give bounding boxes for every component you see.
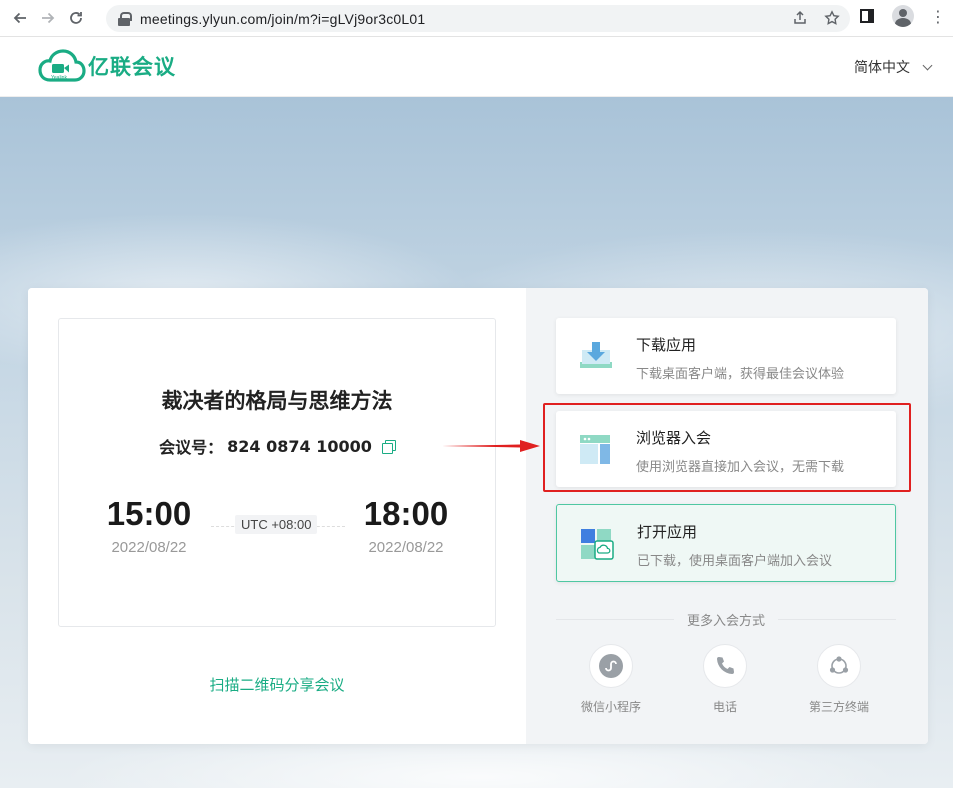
open-app-title: 打开应用 [637, 523, 698, 541]
more-menu-icon[interactable]: ⋮ [930, 7, 946, 26]
end-time: 18:00 [363, 495, 449, 532]
download-app-title: 下载应用 [636, 336, 697, 354]
language-selector[interactable]: 简体中文 [854, 57, 933, 77]
wechat-miniprogram-icon [599, 654, 623, 678]
meeting-info-box: 裁决者的格局与思维方法 会议号： 824 0874 10000 15:00 20… [58, 318, 496, 627]
phone-label: 电话 [712, 700, 737, 714]
highlight-box [543, 403, 911, 492]
side-panel-icon[interactable] [860, 9, 874, 23]
wechat-miniprogram-option[interactable]: 微信小程序 [566, 644, 656, 715]
phone-option[interactable]: 电话 [680, 644, 770, 715]
download-icon [580, 342, 612, 368]
meeting-id-value: 824 0874 10000 [227, 436, 372, 456]
logo-text: 亿联会议 [88, 55, 176, 79]
back-icon[interactable] [6, 4, 34, 32]
bookmark-star-icon[interactable] [822, 8, 842, 28]
site-header: Yealink 亿联会议 简体中文 [0, 37, 953, 97]
end-time-block: 18:00 2022/08/22 [346, 495, 466, 556]
open-app-desc: 已下载，使用桌面客户端加入会议 [637, 554, 833, 569]
profile-avatar[interactable] [892, 5, 914, 27]
meeting-info-panel: 裁决者的格局与思维方法 会议号： 824 0874 10000 15:00 20… [28, 288, 526, 744]
language-label: 简体中文 [854, 60, 910, 76]
copy-icon[interactable] [381, 439, 396, 454]
open-app-icon [581, 529, 614, 560]
forward-icon[interactable] [34, 4, 62, 32]
download-app-option[interactable]: 下载应用 下载桌面客户端，获得最佳会议体验 [556, 318, 896, 394]
wechat-miniprogram-label: 微信小程序 [580, 700, 641, 714]
phone-icon [717, 657, 734, 674]
start-time-block: 15:00 2022/08/22 [89, 495, 209, 556]
meeting-title: 裁决者的格局与思维方法 [161, 389, 393, 413]
red-arrow-annotation [442, 440, 540, 452]
reload-icon[interactable] [62, 4, 90, 32]
third-party-terminal-label: 第三方终端 [808, 700, 869, 714]
timezone-badge: UTC +08:00 [235, 515, 318, 534]
qr-share-link[interactable]: 扫描二维码分享会议 [28, 674, 526, 695]
download-app-desc: 下载桌面客户端，获得最佳会议体验 [636, 367, 845, 382]
share-icon[interactable] [790, 8, 810, 28]
address-bar[interactable]: meetings.ylyun.com/join/m?i=gLVj9or3c0L0… [106, 5, 850, 32]
url-text[interactable]: meetings.ylyun.com/join/m?i=gLVj9or3c0L0… [140, 11, 425, 27]
join-options-panel: 下载应用 下载桌面客户端，获得最佳会议体验 浏览器入会 使用浏览器直接加入会议，… [526, 288, 928, 744]
lock-icon[interactable] [118, 11, 132, 26]
start-time: 15:00 [106, 495, 192, 532]
logo-cloud-icon: Yealink [38, 49, 86, 82]
third-party-terminal-icon [829, 656, 849, 674]
third-party-terminal-option[interactable]: 第三方终端 [794, 644, 884, 715]
meeting-id-row: 会议号： 824 0874 10000 [59, 434, 495, 458]
join-card: 裁决者的格局与思维方法 会议号： 824 0874 10000 15:00 20… [28, 288, 928, 744]
start-date: 2022/08/22 [111, 539, 187, 556]
logo[interactable]: Yealink 亿联会议 [38, 49, 176, 83]
open-app-option[interactable]: 打开应用 已下载，使用桌面客户端加入会议 [556, 504, 896, 582]
more-divider-right [778, 619, 896, 620]
meeting-id-label: 会议号： [159, 438, 224, 457]
chevron-down-icon [922, 60, 933, 70]
logo-sub-text: Yealink [51, 75, 67, 81]
end-date: 2022/08/22 [368, 539, 444, 556]
browser-toolbar: meetings.ylyun.com/join/m?i=gLVj9or3c0L0… [0, 0, 953, 37]
